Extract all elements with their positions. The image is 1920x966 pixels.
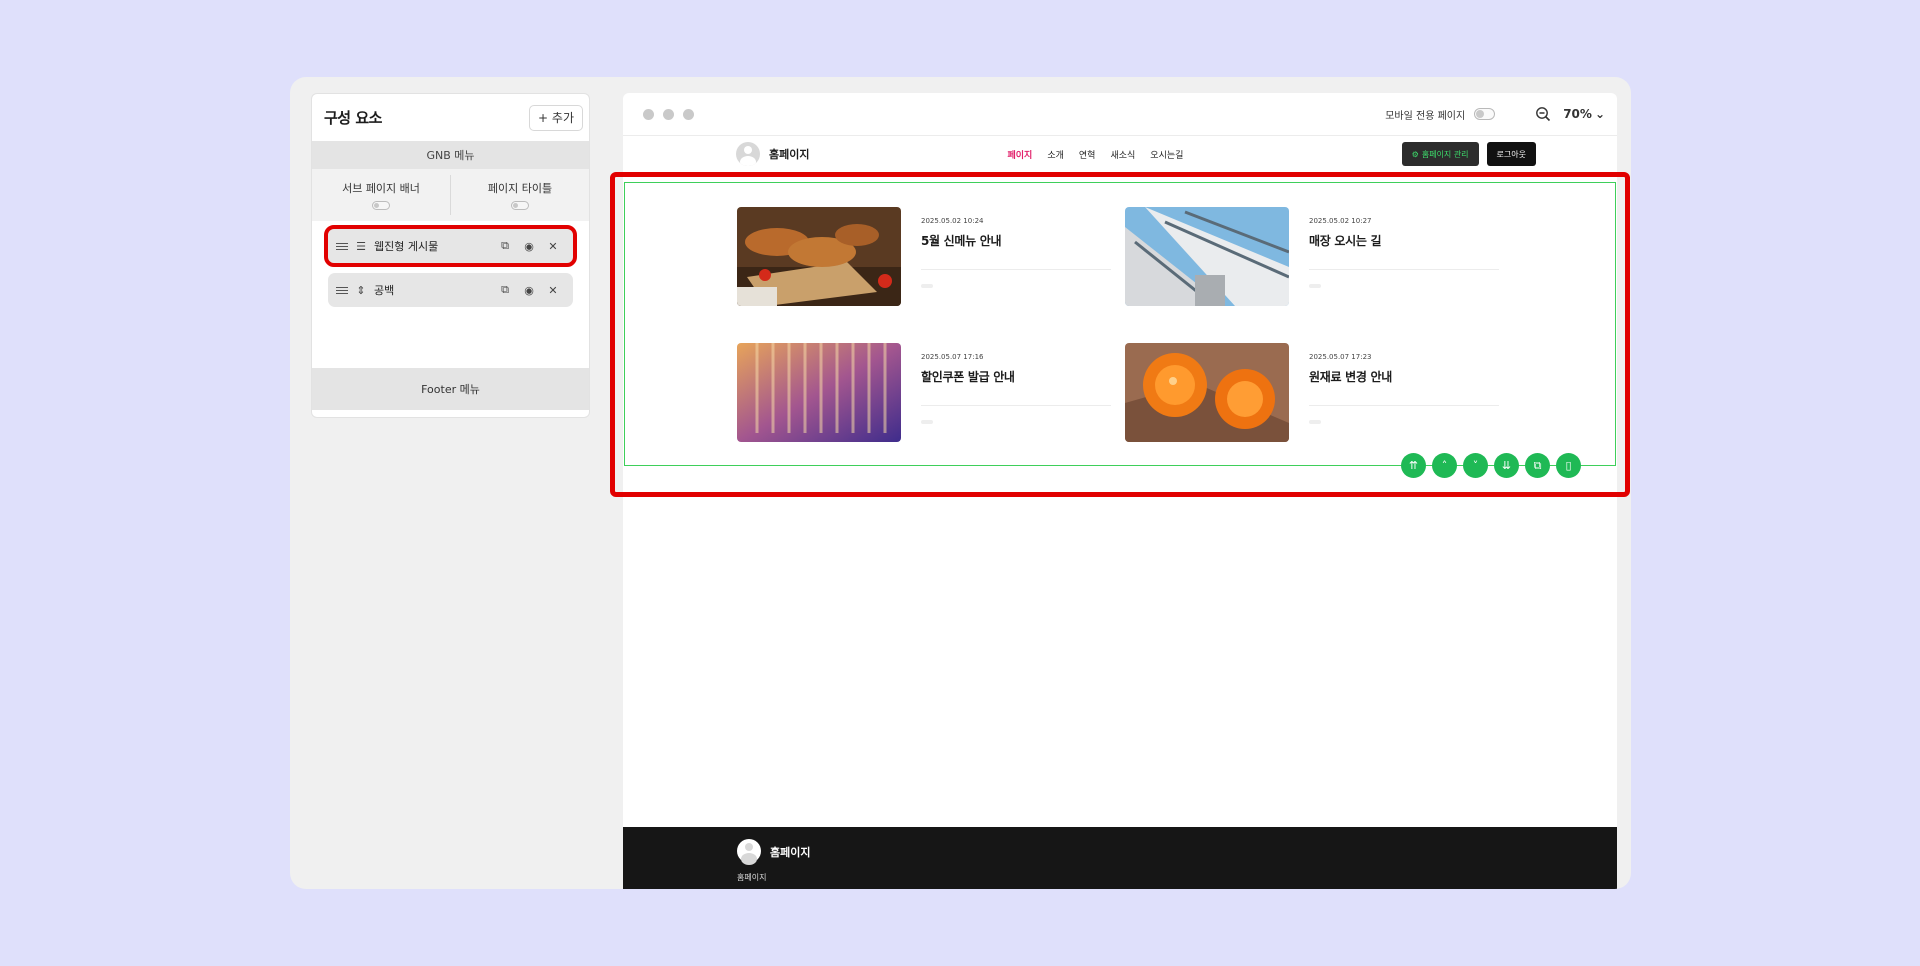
footer-logo-icon: [737, 839, 761, 865]
page-title-option: 페이지 타이틀: [450, 175, 589, 215]
components-panel: 구성 요소 + 추가 GNB 메뉴 서브 페이지 배너 페이지 타이틀 ☰ 웹진…: [311, 93, 590, 418]
site-footer: 홈페이지 홈페이지: [623, 827, 1617, 889]
delete-icon[interactable]: ▯: [1556, 453, 1581, 478]
sub-banner-toggle[interactable]: [372, 201, 390, 210]
gnb-menu-row[interactable]: GNB 메뉴: [312, 141, 589, 169]
post-title[interactable]: 원재료 변경 안내: [1309, 368, 1499, 385]
zoom-out-icon[interactable]: [1535, 106, 1551, 122]
component-item-spacer[interactable]: ⇕ 공백 ⧉ ◉ ✕: [328, 273, 573, 307]
webzine-board-section[interactable]: 2025.05.02 10:24 5월 신메뉴 안내 2025.05.02 10…: [624, 182, 1616, 478]
page-title-label: 페이지 타이틀: [487, 182, 553, 195]
add-component-button[interactable]: + 추가: [529, 104, 583, 131]
site-logo-icon: [736, 142, 760, 166]
site-header: 홈페이지 페이지 소개 연혁 새소식 오시는길 ⚙ 홈페이지 관리 로그아웃: [736, 139, 1536, 169]
post-footer-placeholder: [1309, 284, 1321, 288]
post-date: 2025.05.02 10:27: [1309, 217, 1372, 225]
footer-menu-row[interactable]: Footer 메뉴: [312, 368, 589, 410]
manage-site-button[interactable]: ⚙ 홈페이지 관리: [1401, 142, 1479, 166]
logout-button[interactable]: 로그아웃: [1486, 142, 1536, 166]
sub-options-row: 서브 페이지 배너 페이지 타이틀: [312, 169, 589, 221]
component-label: 웹진형 게시물: [374, 240, 439, 253]
post-item[interactable]: 2025.05.07 17:23 원재료 변경 안내: [1125, 343, 1499, 442]
menu-item-news[interactable]: 새소식: [1110, 148, 1135, 161]
component-list: ☰ 웹진형 게시물 ⧉ ◉ ✕ ⇕ 공백 ⧉ ◉ ✕: [312, 221, 589, 368]
move-top-icon[interactable]: ⇈: [1401, 453, 1426, 478]
editor-card: 구성 요소 + 추가 GNB 메뉴 서브 페이지 배너 페이지 타이틀 ☰ 웹진…: [290, 77, 1631, 889]
post-meta: 2025.05.02 10:27 매장 오시는 길: [1309, 207, 1499, 306]
eye-icon[interactable]: ◉: [517, 284, 541, 297]
menu-item-history[interactable]: 연혁: [1079, 148, 1096, 161]
copy-icon[interactable]: ⧉: [1525, 453, 1550, 478]
post-divider: [921, 269, 1111, 270]
post-date: 2025.05.07 17:16: [921, 353, 984, 361]
window-dots: [643, 108, 694, 120]
manage-site-label: 홈페이지 관리: [1421, 149, 1469, 159]
post-footer-placeholder: [921, 420, 933, 424]
post-item[interactable]: 2025.05.07 17:16 할인쿠폰 발급 안내: [737, 343, 1111, 442]
section-controls: ⇈ ˄ ˅ ⇊ ⧉ ▯: [1401, 453, 1581, 478]
mobile-page-toggle[interactable]: [1474, 108, 1496, 120]
post-title[interactable]: 매장 오시는 길: [1309, 232, 1499, 249]
sub-banner-label: 서브 페이지 배너: [342, 182, 420, 195]
panel-title: 구성 요소: [324, 109, 382, 127]
menu-item-location[interactable]: 오시는길: [1150, 148, 1183, 161]
drag-handle-icon[interactable]: [336, 286, 348, 294]
sub-banner-option: 서브 페이지 배너: [312, 169, 450, 221]
move-up-icon[interactable]: ˄: [1432, 453, 1457, 478]
post-thumbnail[interactable]: [737, 343, 901, 442]
move-down-icon[interactable]: ˅: [1463, 453, 1488, 478]
post-thumbnail[interactable]: [737, 207, 901, 306]
chevron-down-icon: ⌄: [1594, 107, 1605, 121]
post-divider: [1309, 405, 1499, 406]
post-meta: 2025.05.07 17:23 원재료 변경 안내: [1309, 343, 1499, 442]
spacer-icon: ⇕: [356, 283, 366, 297]
component-item-webzine[interactable]: ☰ 웹진형 게시물 ⧉ ◉ ✕: [324, 225, 577, 267]
post-date: 2025.05.02 10:24: [921, 217, 984, 225]
post-date: 2025.05.07 17:23: [1309, 353, 1372, 361]
zoom-value: 70%: [1563, 107, 1592, 121]
close-icon[interactable]: ✕: [541, 240, 565, 253]
list-icon: ☰: [356, 239, 366, 253]
menu-item-page[interactable]: 페이지: [1007, 148, 1032, 161]
move-bottom-icon[interactable]: ⇊: [1494, 453, 1519, 478]
post-thumbnail[interactable]: [1125, 343, 1289, 442]
footer-site-name: 홈페이지: [770, 846, 811, 859]
preview-toolbar: 모바일 전용 페이지 70% ⌄: [623, 93, 1617, 136]
component-label: 공백: [374, 284, 395, 297]
post-meta: 2025.05.07 17:16 할인쿠폰 발급 안내: [921, 343, 1111, 442]
site-name[interactable]: 홈페이지: [769, 146, 809, 162]
zoom-select[interactable]: 70% ⌄: [1563, 107, 1605, 121]
preview-controls: 모바일 전용 페이지 70% ⌄: [1385, 106, 1605, 122]
post-footer-placeholder: [1309, 420, 1321, 424]
post-divider: [921, 405, 1111, 406]
page-title-toggle[interactable]: [511, 201, 529, 210]
post-thumbnail[interactable]: [1125, 207, 1289, 306]
post-title[interactable]: 5월 신메뉴 안내: [921, 232, 1111, 249]
panel-header: 구성 요소 + 추가: [312, 94, 589, 141]
site-menu: 페이지 소개 연혁 새소식 오시는길: [1007, 148, 1183, 161]
page-preview: 모바일 전용 페이지 70% ⌄ 홈페이지 페이지 소개 연혁 새소식 오시는길…: [623, 93, 1617, 889]
eye-icon[interactable]: ◉: [517, 240, 541, 253]
post-footer-placeholder: [921, 284, 933, 288]
post-divider: [1309, 269, 1499, 270]
post-item[interactable]: 2025.05.02 10:27 매장 오시는 길: [1125, 207, 1499, 306]
close-icon[interactable]: ✕: [541, 284, 565, 297]
mobile-page-label: 모바일 전용 페이지: [1385, 110, 1466, 122]
footer-sub-text: 홈페이지: [737, 873, 767, 882]
drag-handle-icon[interactable]: [336, 242, 348, 250]
copy-icon[interactable]: ⧉: [493, 239, 517, 253]
gear-icon: ⚙: [1411, 149, 1419, 159]
post-meta: 2025.05.02 10:24 5월 신메뉴 안내: [921, 207, 1111, 306]
post-item[interactable]: 2025.05.02 10:24 5월 신메뉴 안내: [737, 207, 1111, 306]
copy-icon[interactable]: ⧉: [493, 283, 517, 297]
post-title[interactable]: 할인쿠폰 발급 안내: [921, 368, 1111, 385]
menu-item-intro[interactable]: 소개: [1047, 148, 1064, 161]
